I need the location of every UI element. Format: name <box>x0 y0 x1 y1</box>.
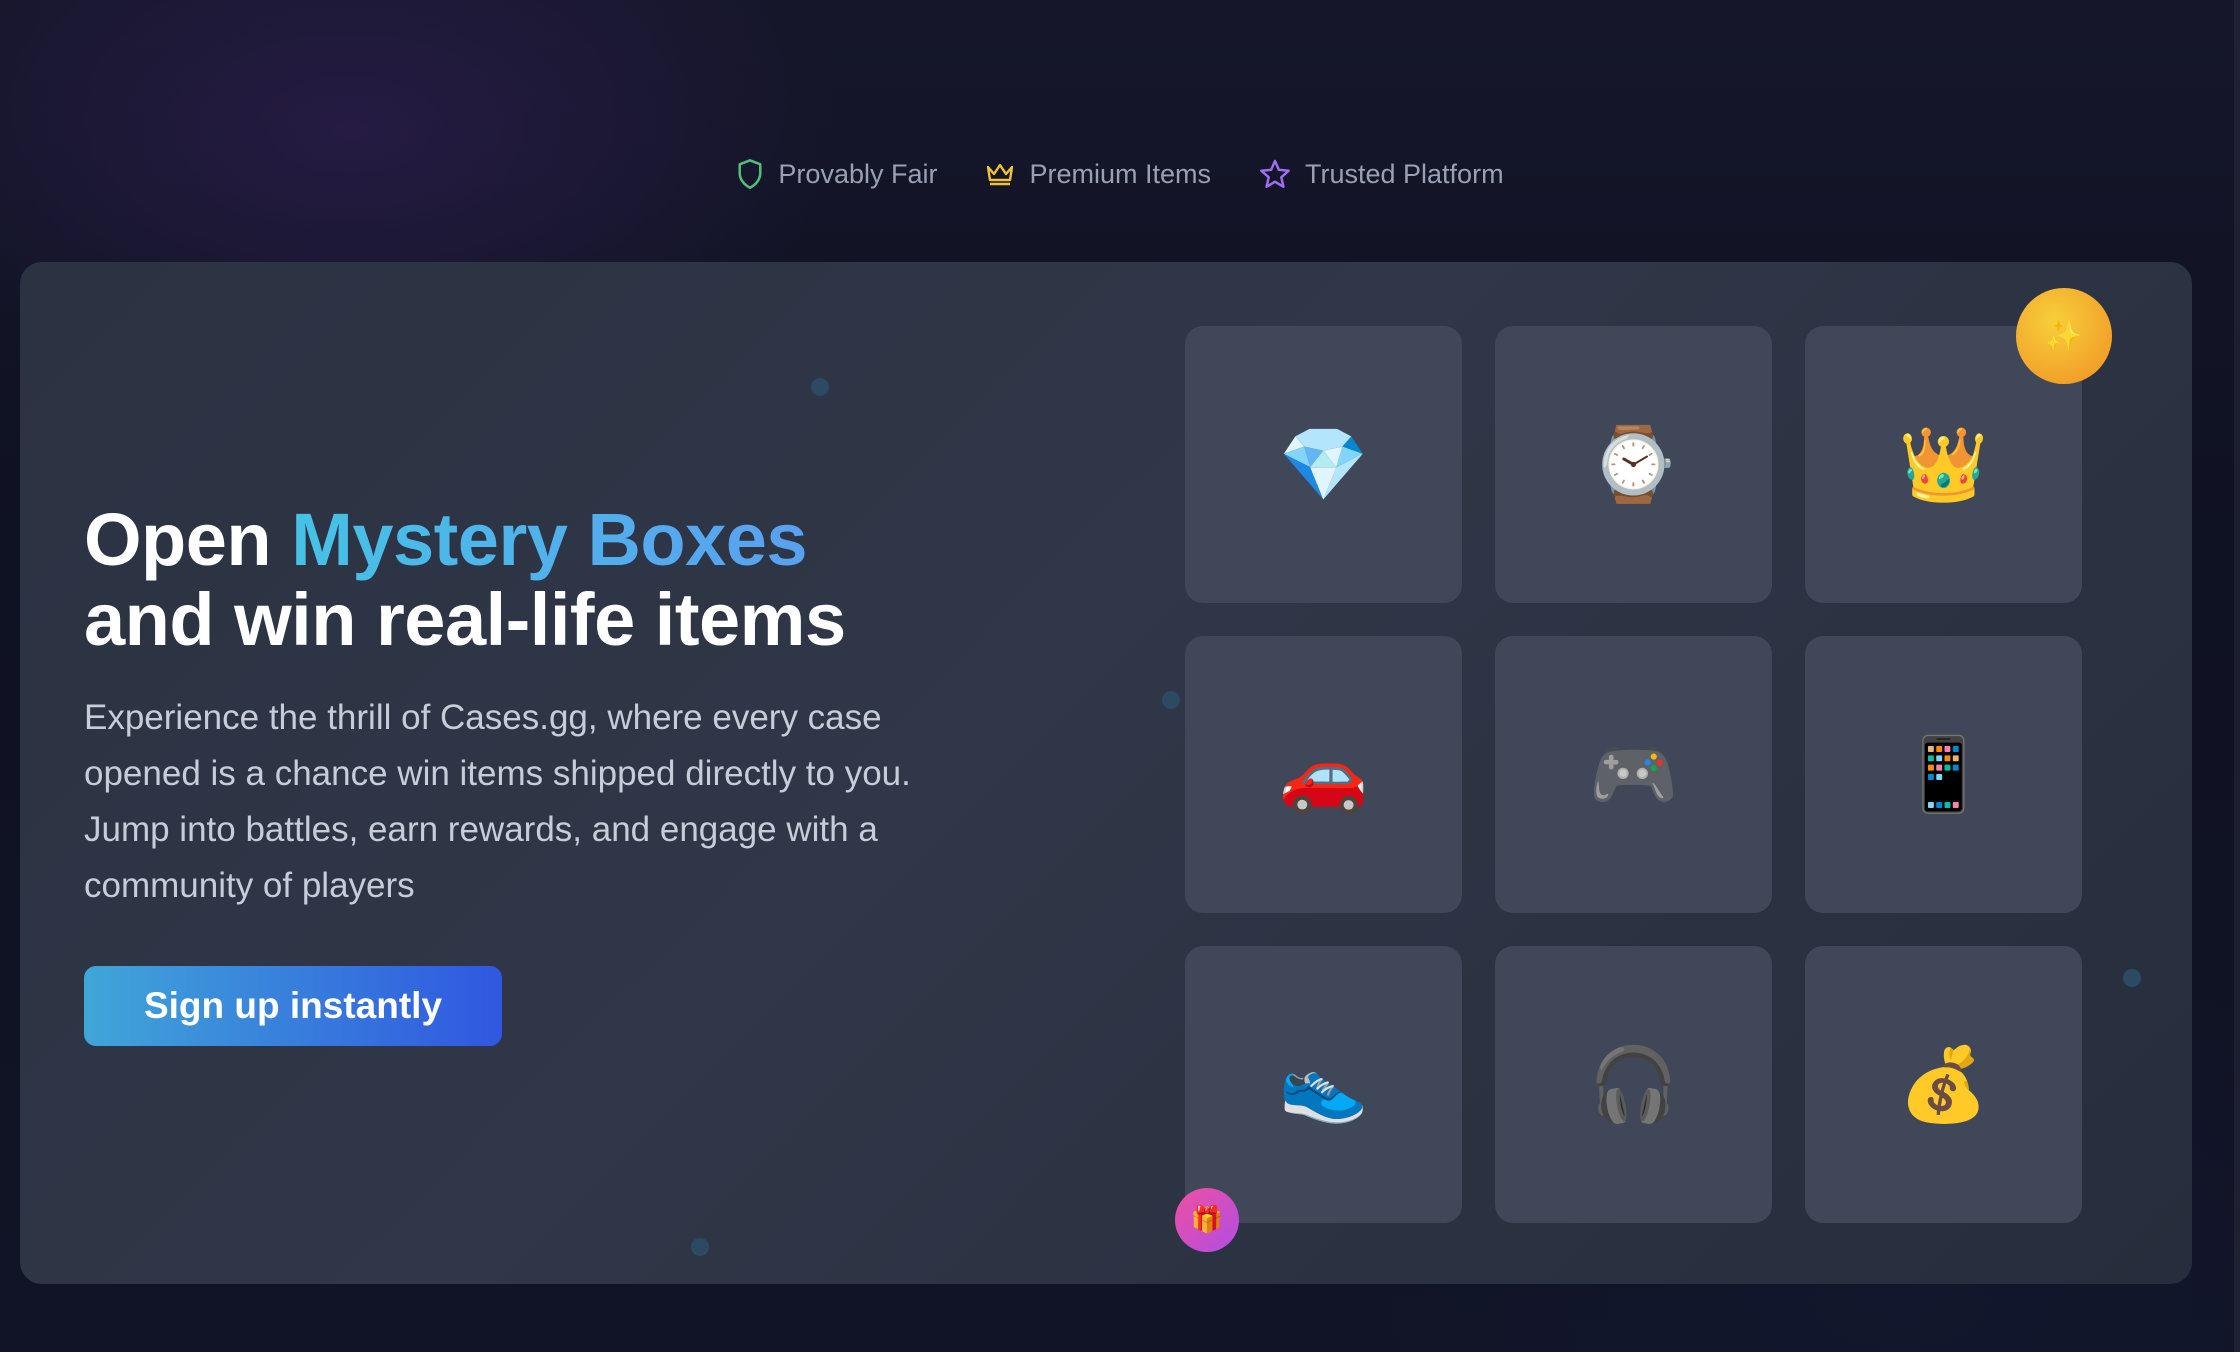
shield-icon <box>736 158 764 190</box>
decorative-dot <box>2123 969 2141 987</box>
item-tile-phone[interactable]: 📱 <box>1805 636 2082 913</box>
trust-badge-trusted-platform: Trusted Platform <box>1259 159 1504 190</box>
trust-badge-premium-items: Premium Items <box>985 159 1211 190</box>
sign-up-button[interactable]: Sign up instantly <box>84 966 502 1046</box>
hero-description: Experience the thrill of Cases.gg, where… <box>84 698 911 905</box>
hero-title-prefix: Open <box>84 498 292 581</box>
hero-title-line2: and win real-life items <box>84 578 846 661</box>
gift-badge: 🎁 <box>1175 1188 1239 1252</box>
decorative-dot <box>1162 691 1180 709</box>
game-controller-icon: 🎮 <box>1588 732 1679 816</box>
hero-title-highlight: Mystery Boxes <box>291 498 808 581</box>
decorative-dot <box>811 378 829 396</box>
star-icon <box>1259 159 1291 189</box>
crown-icon: 👑 <box>1898 422 1989 506</box>
watch-icon: ⌚ <box>1588 422 1679 506</box>
diamond-icon: 💎 <box>1278 422 1369 506</box>
item-tile-car[interactable]: 🚗 <box>1185 636 1462 913</box>
hero-card: Open Mystery Boxes and win real-life ite… <box>20 262 2192 1284</box>
item-tile-watch[interactable]: ⌚ <box>1495 326 1772 603</box>
trust-badges: Provably Fair Premium Items Trusted Plat… <box>0 158 2240 190</box>
trust-badge-provably-fair: Provably Fair <box>736 158 937 190</box>
item-grid: 💎 ⌚ 👑 🚗 🎮 📱 👟 🎧 💰 <box>1185 326 2089 1223</box>
trust-badge-label: Trusted Platform <box>1305 158 1504 189</box>
headphones-icon: 🎧 <box>1588 1042 1679 1126</box>
trust-badge-label: Premium Items <box>1029 158 1211 189</box>
item-tile-diamond[interactable]: 💎 <box>1185 326 1462 603</box>
gift-icon: 🎁 <box>1190 1205 1224 1235</box>
item-tile-headphones[interactable]: 🎧 <box>1495 946 1772 1223</box>
car-icon: 🚗 <box>1278 732 1369 816</box>
crown-icon <box>985 161 1015 187</box>
phone-icon: 📱 <box>1898 732 1989 816</box>
sneaker-icon: 👟 <box>1278 1042 1369 1126</box>
trust-badge-label: Provably Fair <box>778 158 938 189</box>
item-tile-game-controller[interactable]: 🎮 <box>1495 636 1772 913</box>
sparkle-badge: ✨ <box>2016 288 2112 384</box>
money-bag-icon: 💰 <box>1898 1042 1989 1126</box>
sparkle-icon: ✨ <box>2045 318 2083 354</box>
scrollbar-track[interactable] <box>2234 0 2240 1352</box>
item-tile-sneaker[interactable]: 👟 <box>1185 946 1462 1223</box>
item-tile-money-bag[interactable]: 💰 <box>1805 946 2082 1223</box>
hero-title: Open Mystery Boxes and win real-life ite… <box>84 500 846 660</box>
decorative-dot <box>691 1238 709 1256</box>
